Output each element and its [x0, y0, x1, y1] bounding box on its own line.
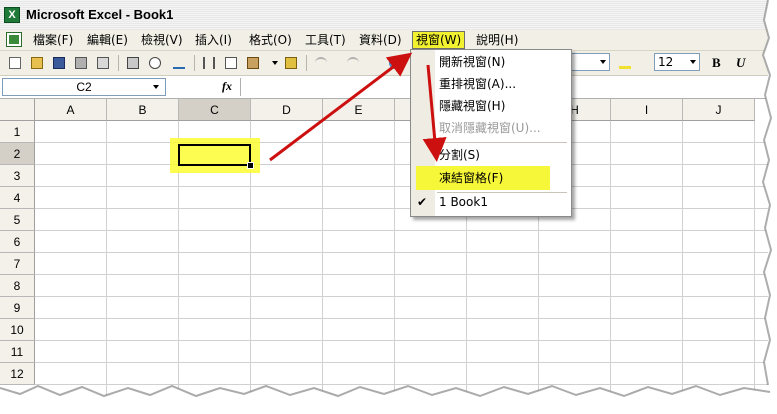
name-box[interactable]: C2 — [2, 78, 166, 96]
hyperlink-icon[interactable] — [386, 54, 404, 72]
row-header[interactable]: 2 — [0, 143, 35, 165]
menu-item-hide[interactable]: 隱藏視窗(H) — [439, 95, 505, 117]
menu-item-book1[interactable]: 1 Book1 — [439, 191, 488, 213]
row-header[interactable]: 7 — [0, 253, 35, 275]
row-header[interactable]: 10 — [0, 319, 35, 341]
worksheet-grid: A B C D E F G H I J 1 2 3 4 5 6 7 8 9 10… — [0, 99, 768, 398]
fill-handle[interactable] — [247, 162, 254, 169]
menu-item-arrange[interactable]: 重排視窗(A)... — [439, 73, 516, 95]
bold-button[interactable]: B — [712, 55, 721, 71]
row-header[interactable]: 4 — [0, 187, 35, 209]
toolbar-separator — [194, 55, 195, 71]
name-box-value: C2 — [76, 80, 92, 94]
checkmark-icon: ✔ — [417, 195, 428, 209]
menu-bar: 檔案(F) 編輯(E) 檢視(V) 插入(I) 格式(O) 工具(T) 資料(D… — [0, 30, 768, 51]
cell-area[interactable] — [35, 121, 768, 398]
row-header[interactable]: 8 — [0, 275, 35, 297]
chevron-down-icon[interactable] — [153, 85, 159, 89]
undo-icon[interactable] — [312, 54, 330, 72]
excel-window: X Microsoft Excel - Book1 檔案(F) 編輯(E) 檢視… — [0, 0, 768, 398]
paste-icon[interactable] — [244, 54, 262, 72]
menu-view[interactable]: 檢視(V) — [138, 32, 186, 48]
standard-toolbar: 12 B U — [0, 51, 768, 76]
menu-insert[interactable]: 插入(I) — [192, 32, 235, 48]
menu-help[interactable]: 說明(H) — [473, 32, 521, 48]
menu-format[interactable]: 格式(O) — [246, 32, 295, 48]
new-icon[interactable] — [6, 54, 24, 72]
column-header[interactable]: I — [611, 99, 683, 121]
column-header[interactable]: E — [323, 99, 395, 121]
menu-item-freeze-panes[interactable]: 凍結窗格(F) — [439, 167, 503, 189]
menu-window[interactable]: 視窗(W) — [411, 31, 466, 49]
column-header[interactable]: D — [251, 99, 323, 121]
menu-icon-strip — [411, 50, 435, 216]
format-painter-icon[interactable] — [282, 54, 300, 72]
select-all-corner[interactable] — [0, 99, 35, 121]
active-cell-c2[interactable] — [178, 144, 251, 166]
spelling-icon[interactable] — [170, 54, 188, 72]
menu-data[interactable]: 資料(D) — [356, 32, 405, 48]
save-icon[interactable] — [50, 54, 68, 72]
print-icon[interactable] — [124, 54, 142, 72]
toolbar-separator — [306, 55, 307, 71]
insert-function-icon[interactable]: fx — [222, 79, 232, 94]
window-title: Microsoft Excel - Book1 — [26, 7, 174, 22]
email-icon[interactable] — [94, 54, 112, 72]
toolbar-separator — [118, 55, 119, 71]
row-header[interactable]: 11 — [0, 341, 35, 363]
row-header[interactable]: 9 — [0, 297, 35, 319]
menu-tools[interactable]: 工具(T) — [302, 32, 349, 48]
menu-item-unhide: 取消隱藏視窗(U)... — [439, 121, 541, 135]
title-bar: X Microsoft Excel - Book1 — [0, 0, 768, 31]
row-header[interactable]: 6 — [0, 231, 35, 253]
row-header[interactable]: 5 — [0, 209, 35, 231]
font-color-icon[interactable] — [616, 54, 634, 72]
column-header[interactable]: B — [107, 99, 179, 121]
permission-icon[interactable] — [72, 54, 90, 72]
column-header[interactable]: C — [179, 99, 251, 121]
open-icon[interactable] — [28, 54, 46, 72]
column-header[interactable]: J — [683, 99, 755, 121]
print-preview-icon[interactable] — [146, 54, 164, 72]
font-size-dropdown[interactable]: 12 — [654, 53, 700, 71]
torn-edge-right — [758, 0, 777, 414]
menu-file[interactable]: 檔案(F) — [30, 32, 76, 48]
copy-icon[interactable] — [222, 54, 240, 72]
column-header[interactable]: A — [35, 99, 107, 121]
excel-app-icon: X — [4, 7, 20, 23]
row-header[interactable]: 3 — [0, 165, 35, 187]
menu-item-new-window[interactable]: 開新視窗(N) — [439, 51, 505, 73]
cut-icon[interactable] — [200, 54, 218, 72]
workbook-icon[interactable] — [6, 32, 22, 47]
formula-bar: C2 fx — [0, 76, 768, 99]
torn-edge-bottom — [0, 384, 777, 414]
font-size-value: 12 — [658, 55, 674, 69]
menu-item-split[interactable]: 分割(S) — [439, 144, 480, 166]
redo-icon[interactable] — [344, 54, 362, 72]
menu-separator — [437, 142, 567, 143]
underline-button[interactable]: U — [736, 55, 745, 71]
menu-edit[interactable]: 編輯(E) — [84, 32, 131, 48]
row-header[interactable]: 1 — [0, 121, 35, 143]
window-menu-dropdown: 開新視窗(N) 重排視窗(A)... 隱藏視窗(H) 取消隱藏視窗(U)... … — [410, 49, 572, 217]
